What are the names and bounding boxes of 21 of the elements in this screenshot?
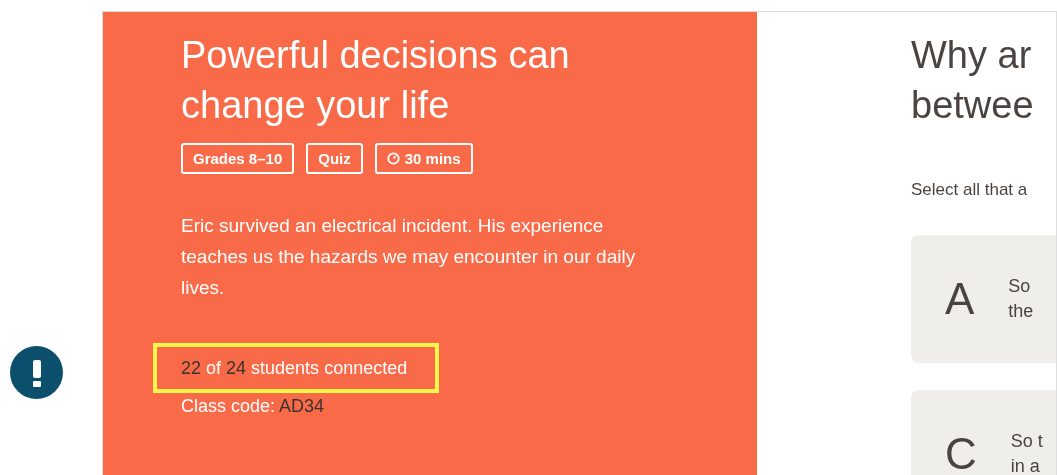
lesson-title-line: Powerful decisions can [181,33,571,78]
option-letter: C [945,429,977,475]
duration-text: 30 mins [404,150,461,167]
option-letter: A [945,274,975,324]
answer-option[interactable]: C So t in a [911,390,1056,475]
option-text-line: in a [1010,455,1041,475]
option-text-line: So [1008,275,1032,298]
question-instruction: Select all that a [911,180,1029,200]
option-text-line: So t [1010,430,1043,453]
class-code: Class code: AD34 [181,395,325,417]
option-text-line: the [1008,300,1034,323]
lesson-title-line: change your life [181,83,451,128]
timer-icon [386,152,400,165]
lesson-description: Eric survived an electrical incident. His experience teaches us the hazards we may encounter in our daily lives. [181,214,637,300]
question-title-line: Why ar [911,33,1033,78]
alert-icon[interactable] [10,346,63,399]
tag-label: Quiz [306,143,363,174]
highlighted-students-connected-count: 22 of 24 students connected [153,343,440,393]
tag-label: Grades 8–10 [181,143,295,174]
answer-option[interactable]: A So the [911,235,1056,363]
question-title-line: betwee [911,83,1035,128]
